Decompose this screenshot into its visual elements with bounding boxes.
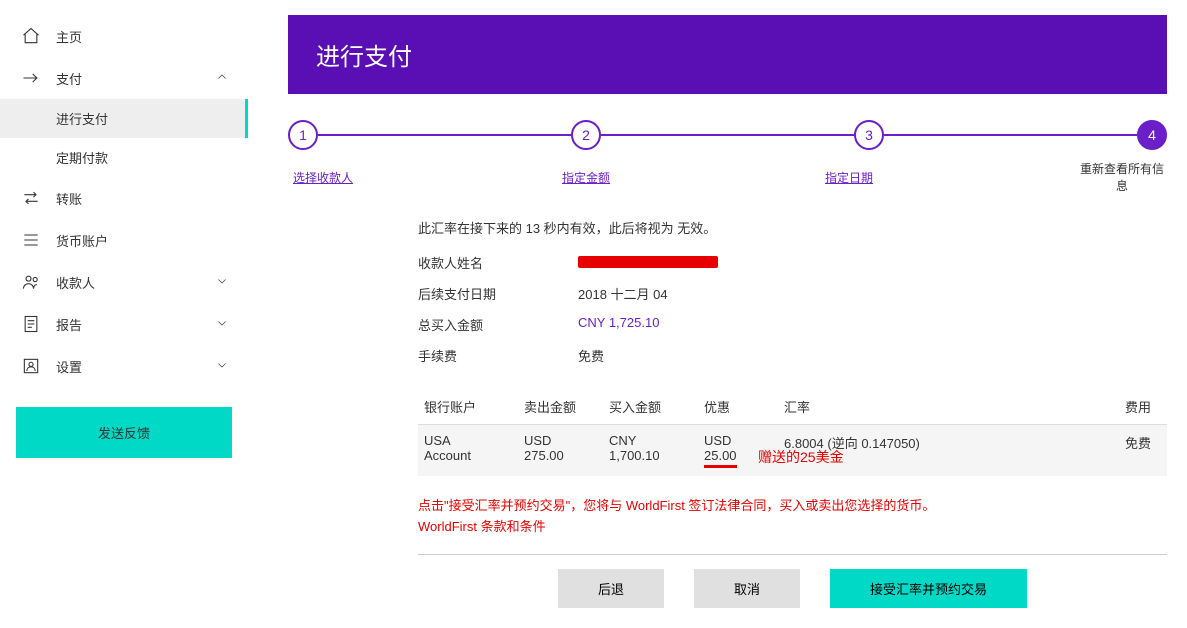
nav-home-label: 主页 bbox=[56, 27, 82, 46]
chevron-down-icon bbox=[216, 317, 228, 332]
table-row: USAAccount USD275.00 CNY1,700.10 USD25.0… bbox=[418, 425, 1167, 476]
step-line bbox=[601, 134, 854, 136]
nav-transfer[interactable]: 转账 bbox=[0, 177, 248, 219]
th-account: 银行账户 bbox=[424, 397, 524, 416]
nav-currency-account[interactable]: 货币账户 bbox=[0, 219, 248, 261]
breakdown-table: 银行账户 卖出金额 买入金额 优惠 汇率 费用 USAAccount USD27… bbox=[418, 389, 1167, 476]
chevron-up-icon bbox=[216, 71, 228, 86]
cell-fee: 免费 bbox=[954, 433, 1161, 452]
nav-payee-label: 收款人 bbox=[56, 273, 95, 292]
step-2-label[interactable]: 指定金额 bbox=[562, 171, 610, 185]
payee-name-value bbox=[578, 253, 718, 272]
step-4-circle: 4 bbox=[1137, 120, 1167, 150]
step-2[interactable]: 2 bbox=[571, 120, 601, 150]
action-buttons: 后退 取消 接受汇率并预约交易 bbox=[418, 569, 1167, 608]
cell-account: USAAccount bbox=[424, 433, 524, 463]
subnav-make-payment[interactable]: 进行支付 bbox=[0, 99, 248, 138]
cell-sell: USD275.00 bbox=[524, 433, 609, 463]
payment-date-value: 2018 十二月 04 bbox=[578, 284, 668, 303]
nav-currency-label: 货币账户 bbox=[56, 231, 108, 250]
page-title: 进行支付 bbox=[316, 44, 412, 71]
th-discount: 优惠 bbox=[704, 397, 784, 416]
payment-date-label: 后续支付日期 bbox=[418, 284, 578, 303]
main-content: 进行支付 1 2 3 4 选择收款人 指定金额 指定日期 重 bbox=[248, 0, 1187, 628]
nav-pay-submenu: 进行支付 定期付款 bbox=[0, 99, 248, 177]
chevron-down-icon bbox=[216, 359, 228, 374]
nav-transfer-label: 转账 bbox=[56, 189, 82, 208]
confirm-button[interactable]: 接受汇率并预约交易 bbox=[830, 569, 1027, 608]
nav-report-label: 报告 bbox=[56, 315, 82, 334]
nav-report[interactable]: 报告 bbox=[0, 303, 248, 345]
nav-pay-label: 支付 bbox=[56, 69, 82, 88]
step-4: 4 bbox=[1137, 120, 1167, 150]
profile-icon bbox=[20, 355, 42, 377]
nav-settings[interactable]: 设置 bbox=[0, 345, 248, 387]
step-line bbox=[318, 134, 571, 136]
arrow-right-icon bbox=[20, 67, 42, 89]
th-sell: 卖出金额 bbox=[524, 397, 609, 416]
legal-notice: 点击"接受汇率并预约交易"，您将与 WorldFirst 签订法律合同，买入或卖… bbox=[418, 496, 1167, 555]
fee-label: 手续费 bbox=[418, 346, 578, 365]
step-2-circle: 2 bbox=[571, 120, 601, 150]
page-header: 进行支付 bbox=[288, 15, 1167, 94]
table-header: 银行账户 卖出金额 买入金额 优惠 汇率 费用 bbox=[418, 389, 1167, 425]
nav-settings-label: 设置 bbox=[56, 357, 82, 376]
chevron-down-icon bbox=[216, 275, 228, 290]
total-buy-value: CNY 1,725.10 bbox=[578, 315, 659, 334]
cell-buy: CNY1,700.10 bbox=[609, 433, 704, 463]
list-icon bbox=[20, 229, 42, 251]
subnav-scheduled[interactable]: 定期付款 bbox=[56, 138, 248, 177]
terms-link[interactable]: WorldFirst 条款和条件 bbox=[418, 517, 1167, 538]
step-3[interactable]: 3 bbox=[854, 120, 884, 150]
users-icon bbox=[20, 271, 42, 293]
nav-home[interactable]: 主页 bbox=[0, 15, 248, 57]
th-buy: 买入金额 bbox=[609, 397, 704, 416]
review-panel: 此汇率在接下来的 13 秒内有效，此后将视为 无效。 收款人姓名 后续支付日期 … bbox=[288, 204, 1167, 608]
cancel-button[interactable]: 取消 bbox=[694, 569, 800, 608]
nav-pay[interactable]: 支付 bbox=[0, 57, 248, 99]
step-3-circle: 3 bbox=[854, 120, 884, 150]
swap-icon bbox=[20, 187, 42, 209]
feedback-button[interactable]: 发送反馈 bbox=[16, 407, 232, 458]
rate-validity-notice: 此汇率在接下来的 13 秒内有效，此后将视为 无效。 bbox=[418, 218, 1167, 237]
step-4-label: 重新查看所有信息 bbox=[1080, 162, 1164, 193]
step-1-circle: 1 bbox=[288, 120, 318, 150]
back-button[interactable]: 后退 bbox=[558, 569, 664, 608]
step-line bbox=[884, 134, 1137, 136]
payee-name-label: 收款人姓名 bbox=[418, 253, 578, 272]
th-rate: 汇率 bbox=[784, 397, 954, 416]
stepper: 1 2 3 4 bbox=[288, 120, 1167, 150]
sidebar: 主页 支付 进行支付 定期付款 转账 货币账户 收款人 报告 bbox=[0, 0, 248, 628]
step-3-label[interactable]: 指定日期 bbox=[825, 171, 873, 185]
step-1[interactable]: 1 bbox=[288, 120, 318, 150]
redacted-name bbox=[578, 256, 718, 268]
home-icon bbox=[20, 25, 42, 47]
total-buy-label: 总买入金额 bbox=[418, 315, 578, 334]
discount-annotation: 赠送的25美金 bbox=[758, 447, 844, 467]
stepper-labels: 选择收款人 指定金额 指定日期 重新查看所有信息 bbox=[288, 160, 1167, 194]
nav-payee[interactable]: 收款人 bbox=[0, 261, 248, 303]
fee-value: 免费 bbox=[578, 346, 604, 365]
th-fee: 费用 bbox=[954, 397, 1161, 416]
document-icon bbox=[20, 313, 42, 335]
step-1-label[interactable]: 选择收款人 bbox=[293, 171, 353, 185]
